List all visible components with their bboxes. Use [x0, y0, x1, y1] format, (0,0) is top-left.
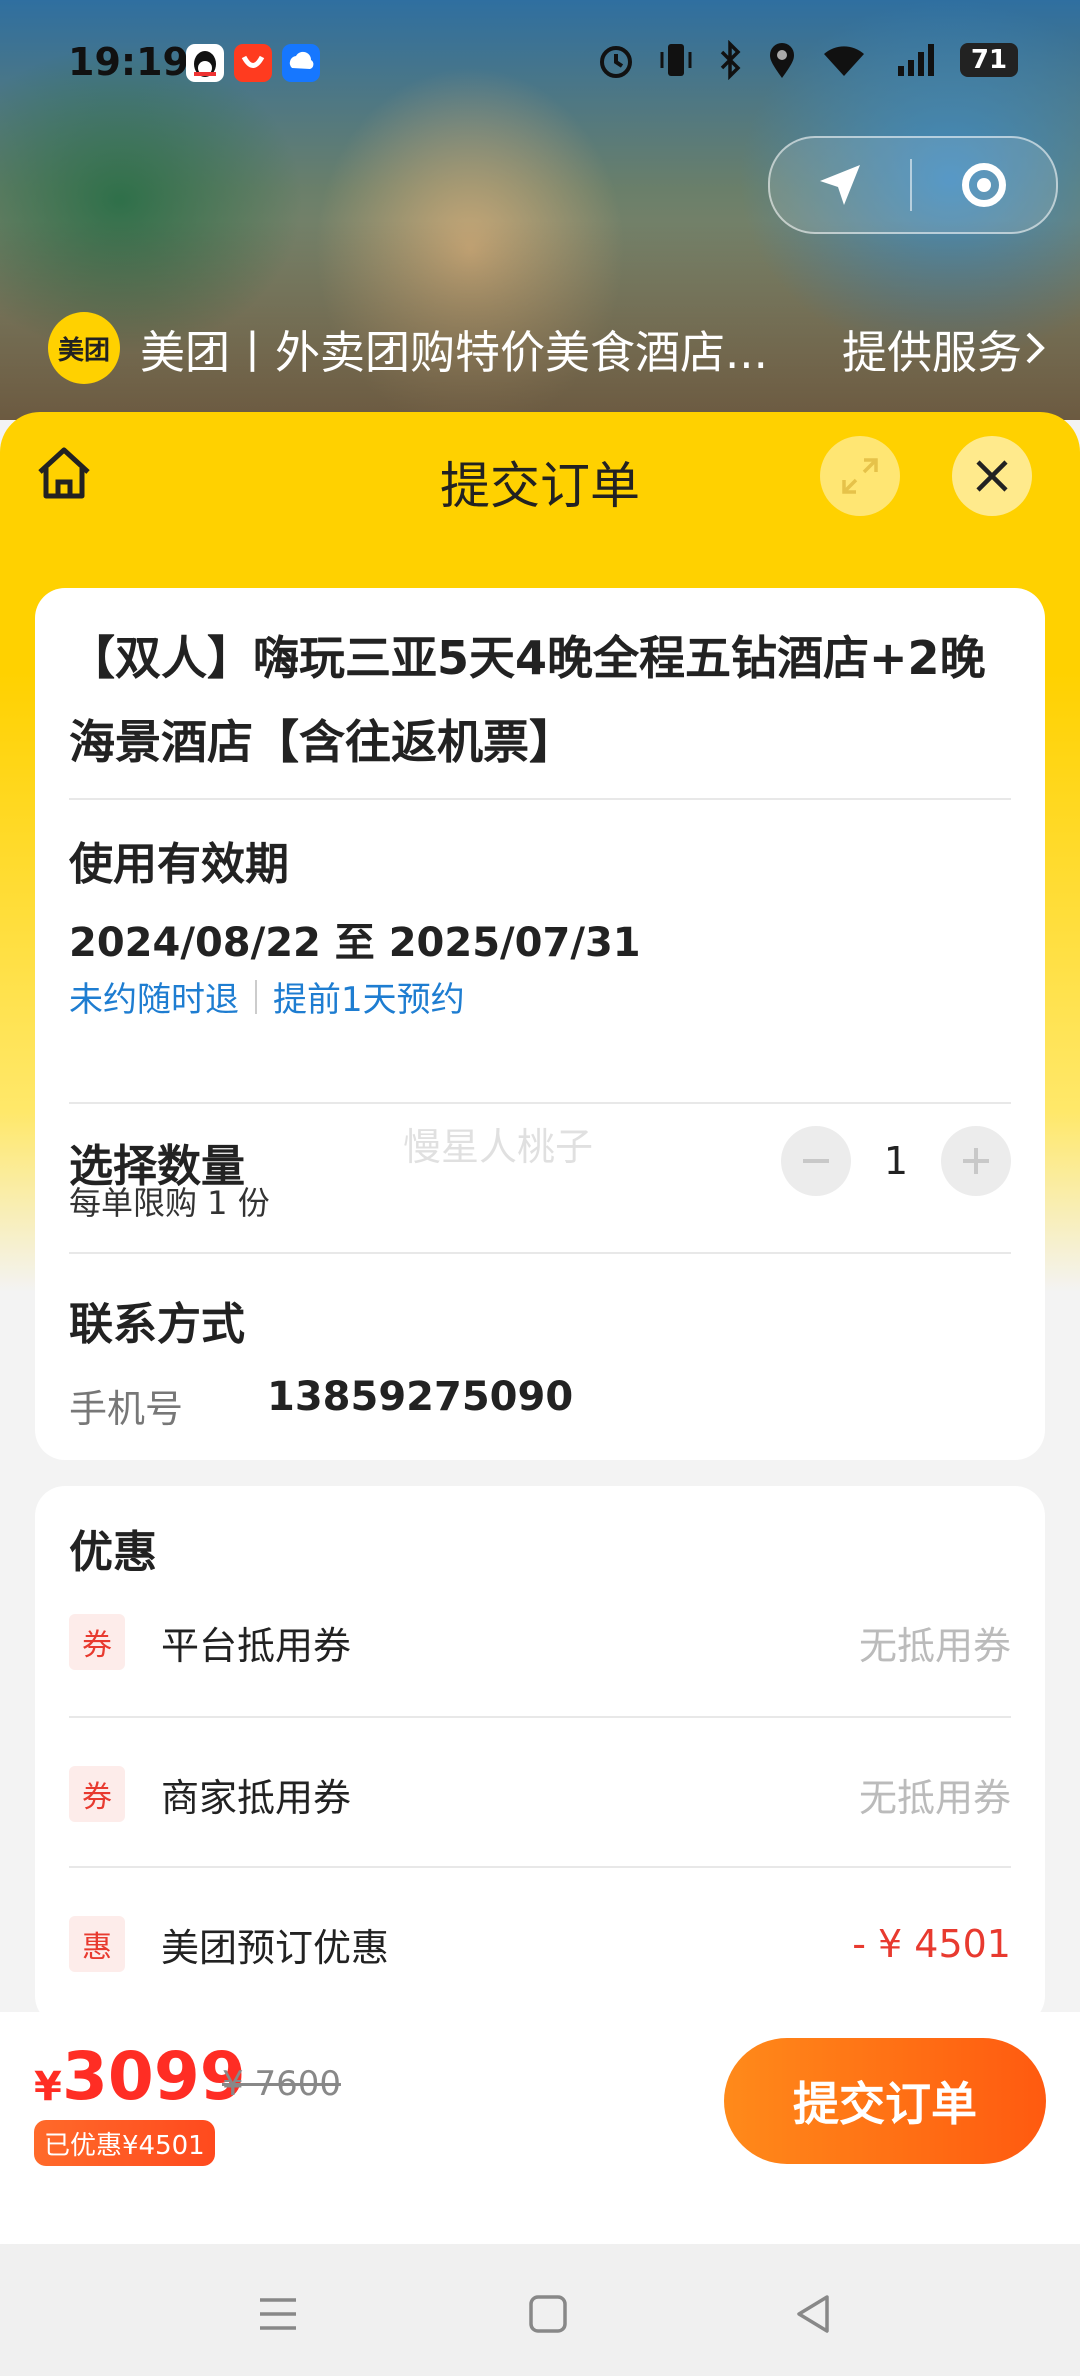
coupon-label: 平台抵用券	[161, 1623, 352, 1668]
phone-label: 手机号	[69, 1387, 184, 1431]
purchase-limit: 每单限购 1 份	[69, 1184, 270, 1222]
platform-coupon-row[interactable]: 券 平台抵用券 无抵用券	[69, 1592, 1011, 1692]
coupon-label: 商家抵用券	[161, 1775, 352, 1820]
price-currency: ¥	[34, 2064, 62, 2110]
plus-icon	[963, 1148, 989, 1174]
tag-book-ahead[interactable]: 提前1天预约	[273, 972, 465, 1021]
divider	[69, 1716, 1011, 1718]
close-miniprogram-button[interactable]	[912, 163, 1056, 207]
divider	[69, 1252, 1011, 1254]
battery-icon: 71	[960, 43, 1018, 77]
sheet-title: 提交订单	[440, 457, 640, 515]
qq-icon	[186, 44, 224, 82]
app-icon	[234, 44, 272, 82]
contact-heading: 联系方式	[69, 1299, 245, 1350]
status-bar: 19:19 71	[0, 0, 1080, 130]
final-price: 3099	[62, 2038, 246, 2115]
service-provider-link[interactable]: 提供服务	[842, 316, 1022, 381]
back-triangle-icon	[797, 2295, 829, 2333]
divider	[69, 1102, 1011, 1104]
decrease-button[interactable]	[781, 1126, 851, 1196]
miniprogram-capsule[interactable]	[768, 136, 1058, 234]
product-card: 【双人】嗨玩三亚5天4晚全程五钻酒店+2晚海景酒店【含往返机票】 使用有效期 2…	[35, 588, 1045, 1460]
original-price: ¥ 7600	[222, 2064, 341, 2104]
discount-badge-icon: 惠	[69, 1916, 125, 1972]
tag-refund-anytime[interactable]: 未约随时退	[69, 972, 239, 1021]
coupon-label: 美团预订优惠	[161, 1925, 390, 1970]
navigation-arrow-icon	[820, 165, 860, 205]
meituan-logo: 美团	[48, 312, 120, 384]
checkout-bar: ¥ 3099 ¥ 7600 已优惠¥4501 提交订单	[0, 2012, 1080, 2244]
close-icon	[976, 460, 1008, 492]
minus-icon	[803, 1159, 829, 1163]
bluetooth-icon	[720, 40, 741, 80]
system-icons: 71	[596, 40, 1018, 80]
booking-discount-row[interactable]: 惠 美团预订优惠 - ¥ 4501	[69, 1894, 1011, 1994]
product-title: 【双人】嗨玩三亚5天4晚全程五钻酒店+2晚海景酒店【含往返机票】	[69, 631, 986, 769]
submit-order-button[interactable]: 提交订单	[724, 2038, 1046, 2164]
expand-icon	[842, 458, 878, 494]
home-nav-button[interactable]	[518, 2284, 578, 2344]
back-nav-button[interactable]	[784, 2284, 844, 2344]
expand-button[interactable]	[820, 436, 900, 516]
coupon-badge: 券	[69, 1614, 125, 1670]
phone-value[interactable]: 13859275090	[267, 1374, 573, 1420]
cloud-app-icon	[282, 44, 320, 82]
quantity-stepper: 1	[781, 1126, 1011, 1196]
wifi-icon	[824, 46, 864, 76]
validity-range: 2024/08/22 至 2025/07/31	[69, 920, 641, 966]
chevron-right-icon	[1026, 332, 1045, 364]
status-time: 19:19	[68, 40, 189, 84]
close-button[interactable]	[952, 436, 1032, 516]
navigation-button[interactable]	[770, 138, 910, 232]
refund-tags: 未约随时退 提前1天预约	[69, 972, 465, 1021]
discount-heading: 优惠	[69, 1527, 157, 1578]
square-home-icon	[529, 2295, 567, 2333]
signal-5g-icon	[898, 44, 934, 76]
discount-card: 优惠 券 平台抵用券 无抵用券 券 商家抵用券 无抵用券 惠 美团预订优惠 - …	[35, 1486, 1045, 2026]
validity-heading: 使用有效期	[69, 839, 289, 890]
increase-button[interactable]	[941, 1126, 1011, 1196]
divider	[69, 1866, 1011, 1868]
saved-amount-badge: 已优惠¥4501	[34, 2120, 215, 2166]
system-navigation-bar	[0, 2244, 1080, 2376]
alarm-icon	[600, 46, 632, 78]
coupon-value: 无抵用券	[858, 1775, 1011, 1820]
service-bar[interactable]: 美团 美团丨外卖团购特价美食酒店... 提供服务	[48, 310, 1048, 386]
divider	[69, 798, 1011, 800]
quantity-value: 1	[883, 1139, 909, 1183]
tag-separator	[255, 979, 257, 1014]
target-icon	[962, 163, 1006, 207]
watermark-text: 慢星人桃子	[403, 1125, 594, 1169]
sheet-header: 提交订单	[0, 412, 1080, 552]
menu-nav-button[interactable]	[248, 2284, 308, 2344]
service-title: 美团丨外卖团购特价美食酒店...	[140, 325, 768, 379]
menu-icon	[260, 2298, 296, 2330]
location-icon	[770, 43, 794, 78]
coupon-badge: 券	[69, 1766, 125, 1822]
vibrate-icon	[660, 44, 692, 76]
coupon-value: 无抵用券	[858, 1623, 1011, 1668]
discount-amount: - ¥ 4501	[852, 1922, 1011, 1966]
merchant-coupon-row[interactable]: 券 商家抵用券 无抵用券	[69, 1744, 1011, 1844]
